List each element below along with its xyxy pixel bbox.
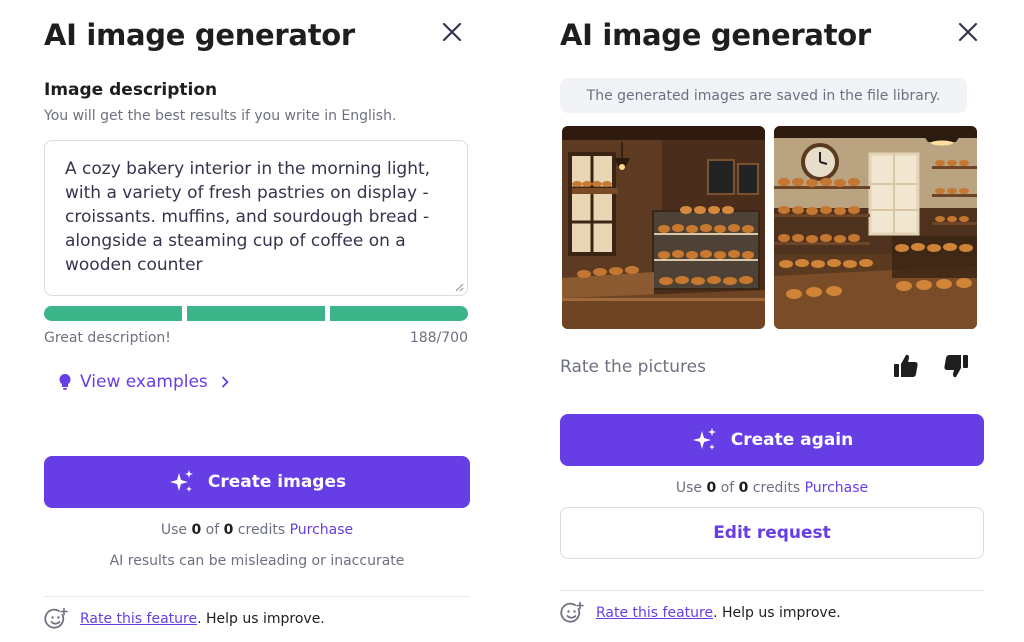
credits-prefix: Use — [675, 480, 702, 496]
meter-segment — [187, 306, 325, 321]
credits-info: Use 0 of 0 credits Purchase — [44, 522, 470, 538]
edit-request-label[interactable]: Edit request — [713, 523, 831, 543]
file-library-notice: The generated images are saved in the fi… — [560, 78, 967, 113]
credits-of: of — [720, 480, 735, 496]
panel-title: AI image generator — [44, 18, 355, 52]
divider — [44, 596, 470, 597]
generated-images-panel: AI image generator The generated images … — [560, 0, 984, 642]
divider — [560, 590, 984, 591]
purchase-link[interactable]: Purchase — [805, 480, 869, 496]
close-icon[interactable] — [956, 20, 980, 44]
resize-handle-icon[interactable] — [455, 283, 464, 292]
generated-image-2[interactable] — [774, 126, 977, 329]
description-hint: You will get the best results if you wri… — [44, 108, 397, 124]
credits-prefix: Use — [160, 522, 187, 538]
credits-suffix: credits — [237, 522, 286, 538]
feedback-suffix: . Help us improve. — [713, 605, 841, 621]
meter-segment — [44, 306, 182, 321]
feedback-suffix: . Help us improve. — [197, 611, 325, 627]
credits-total: 0 — [738, 480, 749, 496]
generated-image-1[interactable] — [562, 126, 765, 329]
create-images-label[interactable]: Create images — [208, 472, 346, 492]
feedback-row: Rate this feature. Help us improve. — [560, 601, 841, 625]
purchase-link[interactable]: Purchase — [290, 522, 354, 538]
rate-feature-link[interactable]: Rate this feature — [596, 605, 713, 621]
description-quality-meter — [44, 306, 468, 321]
meter-segment — [330, 306, 468, 321]
credits-used: 0 — [706, 480, 717, 496]
smiley-plus-icon — [44, 607, 68, 629]
credits-used: 0 — [191, 522, 202, 538]
description-text[interactable]: A cozy bakery interior in the morning li… — [65, 159, 430, 275]
quality-status: Great description! — [44, 330, 171, 346]
view-examples-link[interactable]: View examples — [58, 372, 230, 392]
panel-title: AI image generator — [560, 18, 871, 52]
rate-feature-link[interactable]: Rate this feature — [80, 611, 197, 627]
sparkles-icon — [169, 470, 193, 492]
character-count: 188/700 — [409, 330, 468, 346]
sparkles-icon — [692, 428, 716, 450]
create-again-button[interactable]: Create again — [560, 414, 984, 466]
image-description-textarea[interactable]: A cozy bakery interior in the morning li… — [44, 140, 468, 296]
feedback-row: Rate this feature. Help us improve. — [44, 607, 325, 631]
lightbulb-icon — [59, 374, 71, 390]
ai-disclaimer: AI results can be misleading or inaccura… — [109, 553, 405, 569]
create-again-label[interactable]: Create again — [731, 430, 853, 450]
create-images-button[interactable]: Create images — [44, 456, 470, 508]
credits-of: of — [205, 522, 220, 538]
chevron-right-icon — [221, 376, 229, 388]
credits-info: Use 0 of 0 credits Purchase — [560, 480, 984, 496]
image-description-panel: AI image generator Image description You… — [44, 0, 472, 642]
credits-suffix: credits — [752, 480, 801, 496]
credits-total: 0 — [223, 522, 234, 538]
thumbs-up-icon[interactable] — [892, 352, 920, 380]
view-examples-label[interactable]: View examples — [80, 372, 208, 392]
rate-pictures-label: Rate the pictures — [560, 357, 706, 377]
thumbs-down-icon[interactable] — [942, 352, 970, 380]
description-label: Image description — [44, 80, 218, 100]
close-icon[interactable] — [440, 20, 464, 44]
edit-request-button[interactable]: Edit request — [560, 507, 984, 559]
smiley-plus-icon — [560, 601, 584, 623]
